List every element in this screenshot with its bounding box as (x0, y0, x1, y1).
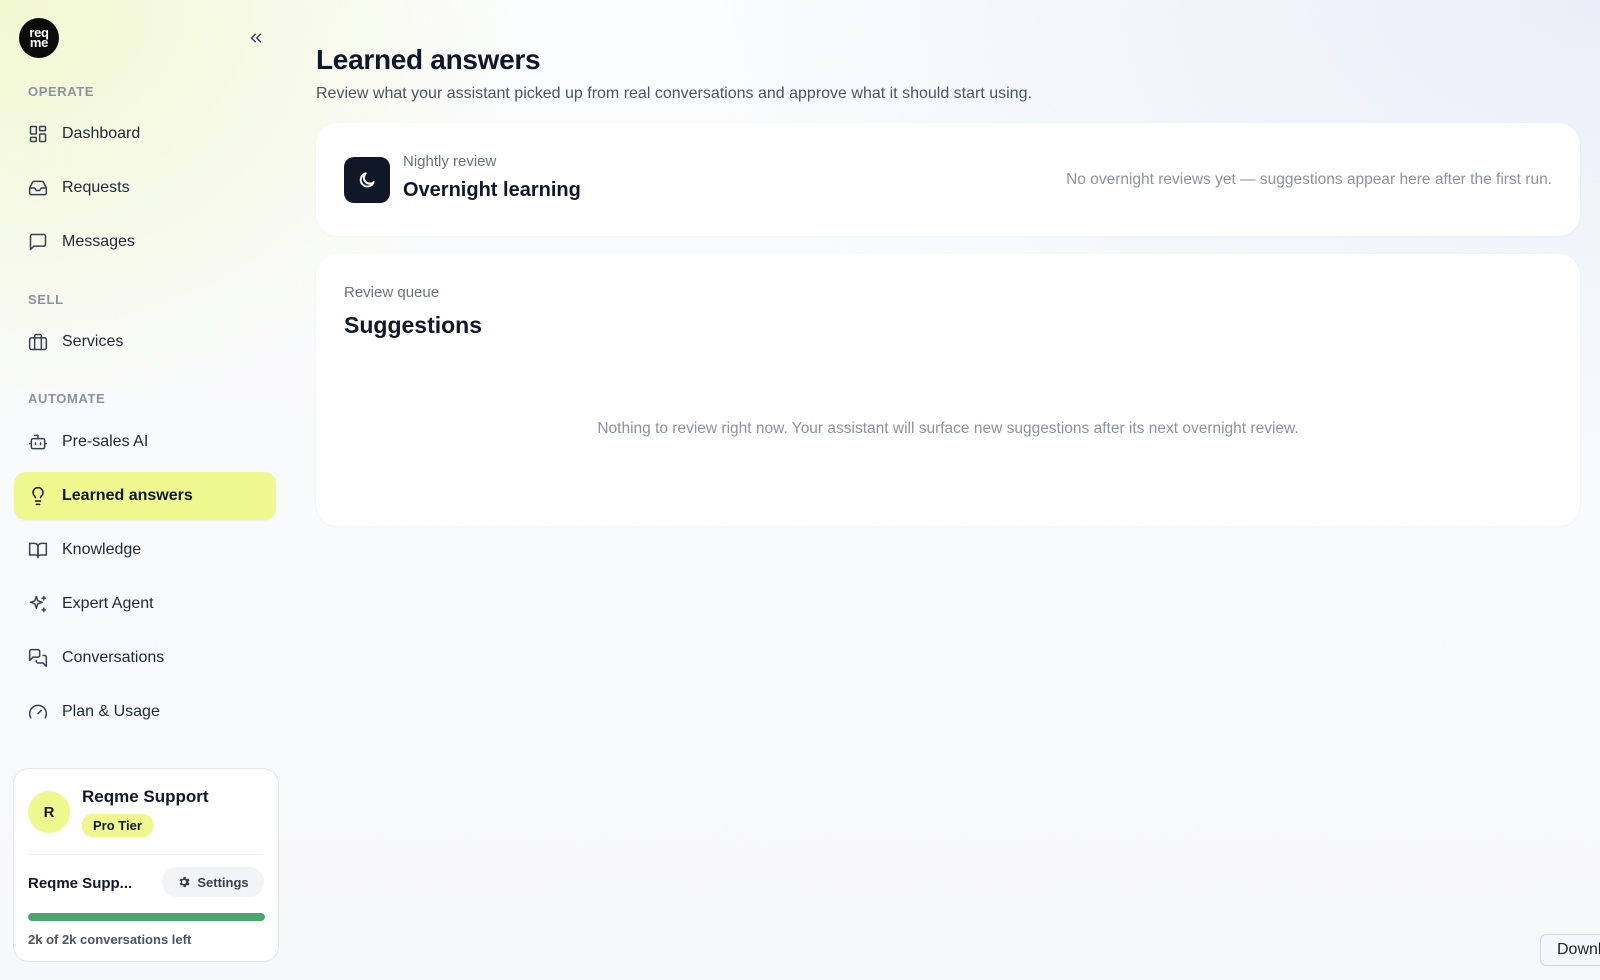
account-card: R Reqme Support Pro Tier Reqme Supp... S… (13, 768, 279, 962)
sidebar-item-label: Pre-sales AI (62, 433, 149, 450)
reqme-logo[interactable]: req me (19, 18, 59, 58)
sidebar-item-label: Learned answers (62, 487, 193, 504)
gauge-icon (27, 701, 49, 723)
sidebar-item-label: Requests (62, 179, 130, 196)
page-subtitle: Review what your assistant picked up fro… (316, 85, 1032, 102)
settings-label: Settings (197, 874, 249, 890)
overnight-kicker: Nightly review (403, 153, 497, 170)
overnight-learning-card: Nightly review Overnight learning No ove… (316, 123, 1580, 236)
lightbulb-icon (27, 485, 49, 507)
collapse-sidebar-button[interactable] (244, 26, 268, 50)
sidebar: req me OPERATE Dashboard Requests Messag… (0, 0, 292, 980)
sidebar-item-label: Plan & Usage (62, 703, 160, 720)
workspace-name: Reqme Supp... (28, 875, 133, 892)
sidebar-item-messages[interactable]: Messages (14, 218, 276, 266)
sidebar-item-label: Expert Agent (62, 595, 154, 612)
message-square-icon (27, 231, 49, 253)
sidebar-item-label: Dashboard (62, 125, 141, 142)
suggestions-card: Review queue Suggestions Nothing to revi… (316, 254, 1580, 526)
dashboard-grid-icon (27, 123, 49, 145)
sidebar-item-label: Conversations (62, 649, 165, 666)
inbox-icon (27, 177, 49, 199)
settings-button[interactable]: Settings (162, 867, 264, 897)
sidebar-item-conversations[interactable]: Conversations (14, 634, 276, 682)
sidebar-item-label: Messages (62, 233, 135, 250)
section-label-automate: AUTOMATE (28, 391, 106, 406)
logo-text-bottom: me (29, 35, 49, 50)
review-queue-kicker: Review queue (344, 284, 440, 301)
sidebar-item-pre-sales-ai[interactable]: Pre-sales AI (14, 418, 276, 466)
sidebar-item-plan-usage[interactable]: Plan & Usage (14, 688, 276, 736)
page-title: Learned answers (316, 44, 541, 75)
avatar[interactable]: R (28, 791, 70, 833)
account-name: Reqme Support (82, 787, 209, 806)
empty-state-note: Nothing to review right now. Your assist… (597, 420, 1299, 437)
sidebar-item-requests[interactable]: Requests (14, 164, 276, 212)
sidebar-item-services[interactable]: Services (14, 318, 276, 366)
briefcase-icon (27, 331, 49, 353)
download-tab[interactable]: Downl (1540, 934, 1600, 966)
bot-icon (27, 431, 49, 453)
suggestions-heading: Suggestions (344, 312, 483, 338)
card-divider (28, 854, 264, 855)
chevrons-left-icon (250, 33, 262, 43)
moon-icon (359, 172, 375, 188)
moon-icon-box (344, 157, 390, 203)
sidebar-item-label: Knowledge (62, 541, 142, 558)
overnight-status-note: No overnight reviews yet — suggestions a… (1066, 171, 1552, 188)
book-open-icon (27, 539, 49, 561)
overnight-heading: Overnight learning (403, 179, 581, 201)
sidebar-item-dashboard[interactable]: Dashboard (14, 110, 276, 158)
section-label-sell: SELL (28, 292, 64, 307)
gear-icon (179, 876, 190, 888)
sparkles-icon (27, 593, 49, 615)
sidebar-item-label: Services (62, 333, 124, 350)
tier-badge: Pro Tier (82, 814, 153, 837)
sidebar-item-learned-answers[interactable]: Learned answers (14, 472, 276, 520)
sidebar-item-expert-agent[interactable]: Expert Agent (14, 580, 276, 628)
usage-progress-fill (28, 913, 265, 921)
section-label-operate: OPERATE (28, 84, 95, 99)
sidebar-item-knowledge[interactable]: Knowledge (14, 526, 276, 574)
usage-progress-bar (28, 913, 265, 921)
usage-text: 2k of 2k conversations left (28, 932, 192, 947)
messages-icon (27, 647, 49, 669)
